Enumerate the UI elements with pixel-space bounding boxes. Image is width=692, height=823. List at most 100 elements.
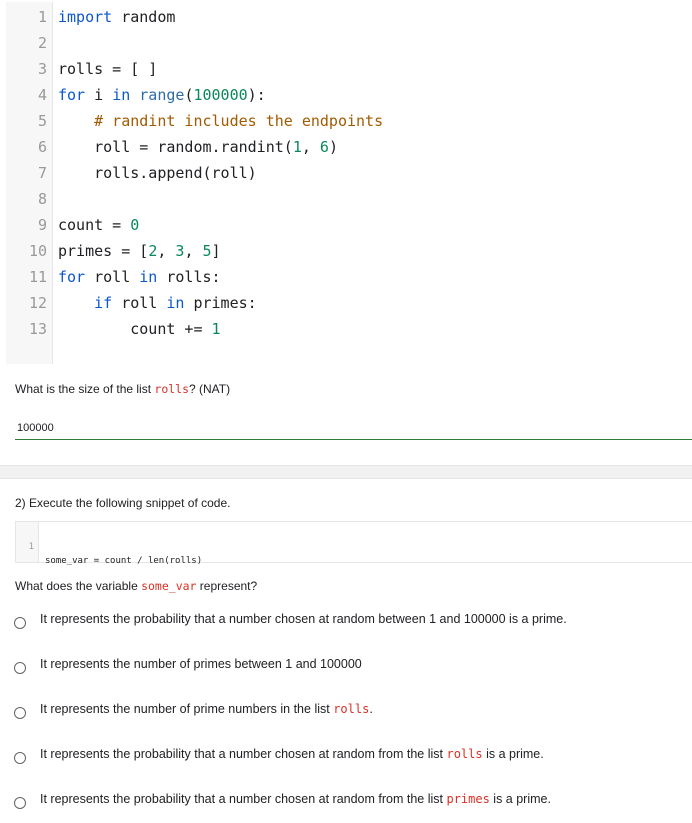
line-number: 12 xyxy=(28,294,47,312)
question-1-text-before: What is the size of the list xyxy=(15,382,155,396)
question-separator xyxy=(0,465,692,479)
option-text-after: . xyxy=(369,702,373,716)
code-token: primes = [ xyxy=(58,242,149,260)
code-token: i xyxy=(85,86,113,104)
code-token: for xyxy=(58,86,86,104)
code-token: 100000 xyxy=(193,86,248,104)
line-text: if roll in primes: xyxy=(58,290,257,316)
code-token: 6 xyxy=(319,138,329,156)
radio-button[interactable] xyxy=(14,662,26,674)
line-number: 6 xyxy=(37,138,47,156)
code-token: 5 xyxy=(202,242,212,260)
line-number: 4 xyxy=(37,86,47,104)
option-text: It represents the probability that a num… xyxy=(40,792,447,806)
line-number: 2 xyxy=(37,34,47,52)
code-token: 2 xyxy=(148,242,158,260)
question-1-prompt: What is the size of the list rolls? (NAT… xyxy=(15,382,230,396)
question-2-text-after: represent? xyxy=(196,579,258,593)
code-token: ): xyxy=(247,86,266,104)
option-label[interactable]: It represents the probability that a num… xyxy=(40,612,567,626)
option-3[interactable]: It represents the number of prime number… xyxy=(14,702,674,724)
option-text: It represents the probability that a num… xyxy=(40,747,447,761)
question-1-answer-field[interactable]: 100000 xyxy=(15,421,692,440)
option-4[interactable]: It represents the probability that a num… xyxy=(14,747,674,769)
option-label[interactable]: It represents the number of primes betwe… xyxy=(40,657,362,671)
code-token: random xyxy=(112,8,176,26)
line-number: 11 xyxy=(28,268,47,286)
line-number: 3 xyxy=(37,60,47,78)
snippet-line-number: 1 xyxy=(28,542,34,552)
question-1-answer-value[interactable]: 100000 xyxy=(17,422,54,434)
option-label[interactable]: It represents the probability that a num… xyxy=(40,747,544,761)
snippet-code-line: 1 some_var = count / len(rolls) xyxy=(16,526,203,566)
code-token: in xyxy=(139,268,158,286)
option-inline-code: primes xyxy=(446,792,490,806)
code-token: 0 xyxy=(130,216,140,234)
option-inline-code: rolls xyxy=(446,747,483,761)
code-token: import xyxy=(58,8,113,26)
question-2-inline-code: some_var xyxy=(141,579,197,593)
code-token: primes: xyxy=(184,294,257,312)
code-editor: 1 import random 2 3 rolls = [ ] 4 for i in ran… xyxy=(6,2,692,366)
line-text: import random xyxy=(58,4,175,30)
code-token: roll xyxy=(85,268,140,286)
line-text: primes = [2, 3, 5] xyxy=(58,238,221,264)
radio-button[interactable] xyxy=(14,707,26,719)
radio-button[interactable] xyxy=(14,617,26,629)
line-text: count += 1 xyxy=(58,316,221,342)
line-number: 8 xyxy=(37,190,47,208)
line-number: 10 xyxy=(28,242,47,260)
option-text: It represents the number of prime number… xyxy=(40,702,334,716)
code-token: in xyxy=(166,294,185,312)
option-label[interactable]: It represents the number of prime number… xyxy=(40,702,373,716)
question-2-text-before: What does the variable xyxy=(15,579,142,593)
code-token: 1 xyxy=(292,138,302,156)
line-number: 1 xyxy=(37,8,47,26)
code-token: ] xyxy=(211,242,221,260)
code-token: count = xyxy=(58,216,131,234)
option-text: It represents the probability that a num… xyxy=(40,612,567,626)
code-token: roll xyxy=(112,294,167,312)
snippet-line-text: some_var = count / len(rolls) xyxy=(45,556,203,566)
option-5[interactable]: It represents the probability that a num… xyxy=(14,792,674,814)
line-text: rolls = [ ] xyxy=(58,56,157,82)
code-token: rolls: xyxy=(157,268,221,286)
code-token: 1 xyxy=(211,320,221,338)
code-token: ) xyxy=(328,138,338,156)
code-token: in xyxy=(112,86,131,104)
option-text-after: is a prime. xyxy=(482,747,544,761)
line-text: count = 0 xyxy=(58,212,139,238)
option-2[interactable]: It represents the number of primes betwe… xyxy=(14,657,674,679)
radio-button[interactable] xyxy=(14,797,26,809)
line-number: 7 xyxy=(37,164,47,182)
question-2-heading: 2) Execute the following snippet of code… xyxy=(15,496,231,510)
line-text: rolls.append(roll) xyxy=(58,160,257,186)
line-text: for i in range(100000): xyxy=(58,82,266,108)
option-1[interactable]: It represents the probability that a num… xyxy=(14,612,674,634)
option-text: It represents the number of primes betwe… xyxy=(40,657,362,671)
question-1-text-after: ? (NAT) xyxy=(189,382,231,396)
radio-button[interactable] xyxy=(14,752,26,764)
code-token: for xyxy=(58,268,86,286)
option-label[interactable]: It represents the probability that a num… xyxy=(40,792,551,806)
line-text: roll = random.randint(1, 6) xyxy=(58,134,338,160)
option-text-after: is a prime. xyxy=(489,792,551,806)
line-text: # randint includes the endpoints xyxy=(58,108,383,134)
snippet-code-block: 1 some_var = count / len(rolls) xyxy=(15,521,692,566)
code-token: range xyxy=(139,86,185,104)
option-inline-code: rolls xyxy=(333,702,370,716)
code-token: rolls.append(roll) xyxy=(58,164,257,182)
code-token: rolls = [ ] xyxy=(58,60,158,78)
code-token: if xyxy=(94,294,113,312)
code-token: , xyxy=(184,242,203,260)
question-2-prompt: What does the variable some_var represen… xyxy=(15,579,257,593)
code-token: count += xyxy=(58,320,212,338)
code-token: , xyxy=(301,138,320,156)
question-1-inline-code: rolls xyxy=(154,382,190,396)
code-token: , xyxy=(157,242,176,260)
code-token: roll = random.randint( xyxy=(58,138,293,156)
line-number: 13 xyxy=(28,320,47,338)
